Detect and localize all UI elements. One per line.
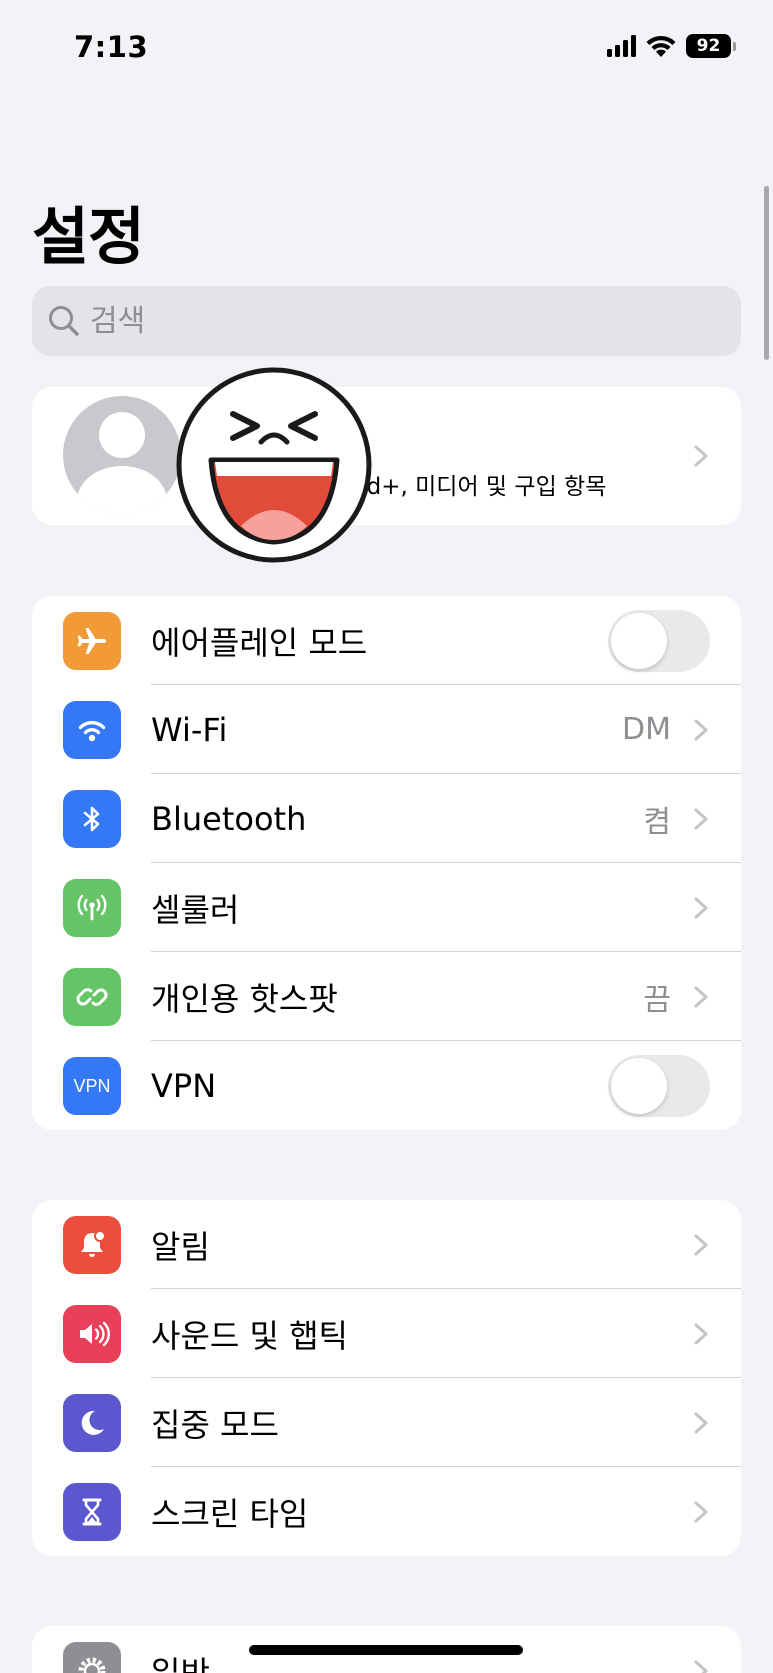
airplane-mode-toggle[interactable]: [608, 609, 710, 672]
laughing-emoji-sticker: [176, 367, 372, 563]
settings-row-bluetooth[interactable]: Bluetooth 켬: [32, 774, 741, 863]
status-indicators: 92: [607, 34, 736, 58]
cellular-signal-icon: [607, 35, 636, 57]
hotspot-icon: [63, 968, 121, 1026]
avatar: [63, 396, 181, 514]
gear-icon: [63, 1642, 121, 1673]
settings-row-personal-hotspot[interactable]: 개인용 핫스팟 끔: [32, 952, 741, 1041]
bluetooth-icon: [63, 790, 121, 848]
chevron-right-icon: [694, 1234, 708, 1255]
settings-row-focus[interactable]: 집중 모드: [32, 1378, 741, 1467]
settings-row-label: VPN: [151, 1066, 217, 1105]
speaker-icon: [63, 1305, 121, 1363]
chevron-right-icon: [694, 1323, 708, 1344]
settings-row-vpn[interactable]: VPN VPN: [32, 1041, 741, 1130]
settings-row-cellular[interactable]: 셀룰러: [32, 863, 741, 952]
settings-row-label: 일반: [151, 1653, 210, 1673]
settings-row-label: 사운드 및 햅틱: [151, 1316, 348, 1355]
moon-icon: [63, 1394, 121, 1452]
settings-row-label: 스크린 타임: [151, 1494, 309, 1533]
settings-row-sounds-haptics[interactable]: 사운드 및 햅틱: [32, 1289, 741, 1378]
settings-row-label: Bluetooth: [151, 799, 307, 838]
vpn-icon-text: VPN: [73, 1075, 111, 1096]
scroll-indicator[interactable]: [764, 186, 769, 360]
search-bar[interactable]: [32, 286, 741, 356]
chevron-right-icon: [694, 1412, 708, 1433]
settings-row-wifi[interactable]: Wi-Fi DM: [32, 685, 741, 774]
hourglass-icon: [63, 1483, 121, 1541]
notification-bell-icon: [63, 1216, 121, 1274]
page-title: 설정: [32, 200, 145, 273]
chevron-right-icon: [694, 986, 708, 1007]
chevron-right-icon: [694, 445, 708, 467]
chevron-right-icon: [694, 1501, 708, 1522]
airplane-icon: [63, 612, 121, 670]
settings-row-label: Wi-Fi: [151, 710, 228, 749]
battery-level: 92: [686, 34, 731, 58]
home-indicator[interactable]: [249, 1645, 523, 1655]
settings-row-label: 셀룰러: [151, 890, 240, 929]
network-settings-group: 에어플레인 모드 Wi-Fi DM Bluetooth 켬 셀룰러 개인용 핫스…: [32, 596, 741, 1130]
chevron-right-icon: [694, 719, 708, 740]
settings-row-label: 알림: [151, 1227, 210, 1266]
chevron-right-icon: [694, 808, 708, 829]
settings-row-screen-time[interactable]: 스크린 타임: [32, 1467, 741, 1556]
vpn-icon: VPN: [63, 1057, 121, 1115]
settings-row-label: 집중 모드: [151, 1405, 279, 1444]
wifi-network-value: DM: [622, 712, 671, 747]
wifi-status-icon: [646, 35, 676, 57]
apple-account-card[interactable]: [32, 387, 741, 525]
chevron-right-icon: [694, 897, 708, 918]
wifi-icon: [63, 701, 121, 759]
status-time: 7:13: [74, 30, 149, 64]
status-bar: 7:13 92: [0, 0, 773, 100]
account-subtitle: oud+, 미디어 및 구입 항목: [338, 474, 607, 500]
settings-row-notifications[interactable]: 알림: [32, 1200, 741, 1289]
cellular-icon: [63, 879, 121, 937]
chevron-right-icon: [694, 1660, 708, 1673]
settings-row-label: 개인용 핫스팟: [151, 979, 338, 1018]
bluetooth-status-value: 켬: [643, 804, 671, 840]
settings-row-airplane-mode[interactable]: 에어플레인 모드: [32, 596, 741, 685]
notification-settings-group: 알림 사운드 및 햅틱 집중 모드 스크린 타임: [32, 1200, 741, 1556]
search-icon: [49, 306, 79, 336]
battery-icon: 92: [686, 34, 736, 58]
vpn-toggle[interactable]: [608, 1054, 710, 1117]
search-input[interactable]: [90, 303, 690, 339]
hotspot-status-value: 끔: [643, 982, 671, 1018]
settings-row-label: 에어플레인 모드: [151, 623, 368, 662]
